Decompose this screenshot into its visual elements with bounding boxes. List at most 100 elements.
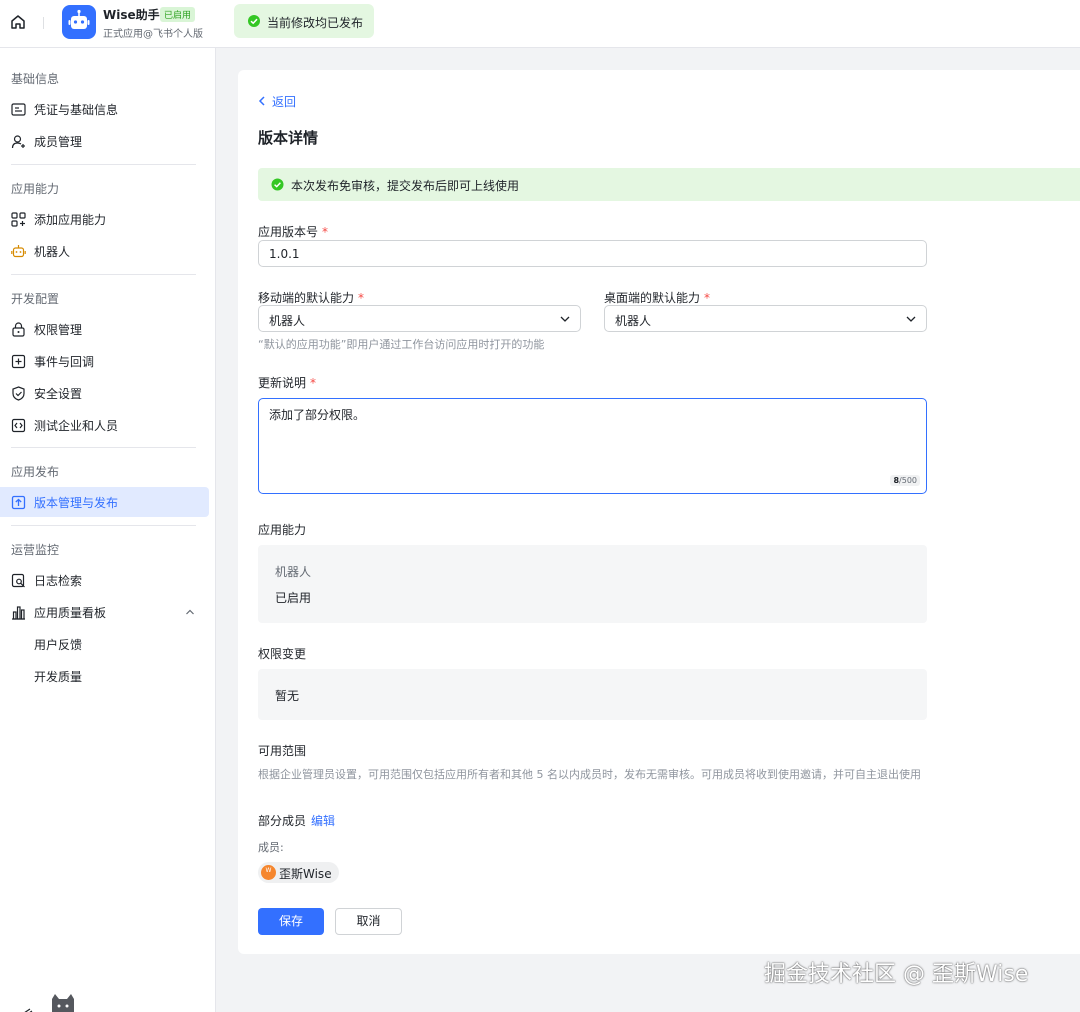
edit-scope-link[interactable]: 编辑 xyxy=(311,812,335,829)
member-add-icon xyxy=(11,135,25,149)
permission-change-value: 暂无 xyxy=(275,689,300,703)
char-counter: 8/500 xyxy=(890,475,920,486)
char-max: /500 xyxy=(899,476,917,485)
divider xyxy=(43,17,44,29)
version-value: 1.0.1 xyxy=(269,247,300,261)
required-mark: * xyxy=(704,291,711,305)
chevron-down-icon xyxy=(560,316,570,322)
section-title-release: 应用发布 xyxy=(11,465,60,479)
robot-icon xyxy=(68,9,90,29)
sidebar-item-label: 应用质量看板 xyxy=(34,606,107,620)
lock-icon xyxy=(12,322,25,337)
section-title-abilities: 应用能力 xyxy=(11,182,60,196)
cancel-button[interactable]: 取消 xyxy=(335,908,402,935)
sidebar-item-label: 安全设置 xyxy=(34,387,83,401)
sidebar-item-log-search[interactable]: 日志检索 xyxy=(0,565,209,595)
label-text: 更新说明 xyxy=(258,376,307,390)
mobile-default-select[interactable]: 机器人 xyxy=(258,305,581,332)
scope-description: 根据企业管理员设置，可用范围仅包括应用所有者和其他 5 名以内成员时，发布无需审… xyxy=(258,768,921,781)
status-badge: 已启用 xyxy=(160,7,196,22)
sidebar-item-robot[interactable]: 机器人 xyxy=(0,236,209,266)
watermark: 掘金技术社区 @ 歪斯Wise xyxy=(764,962,1029,987)
sidebar-item-test-org[interactable]: 测试企业和人员 xyxy=(0,410,209,440)
avatar: W xyxy=(261,865,276,880)
chevron-up-icon[interactable] xyxy=(185,607,195,617)
sidebar-item-version-release[interactable]: 版本管理与发布 xyxy=(0,487,209,517)
cat-mascot-icon xyxy=(24,994,74,1012)
abilities-box: 机器人 已启用 xyxy=(258,545,927,623)
notice-text: 本次发布免审核，提交发布后即可上线使用 xyxy=(291,179,520,193)
changelog-value: 添加了部分权限。 xyxy=(269,408,366,422)
app-name: Wise助手 xyxy=(103,8,160,22)
ability-name: 机器人 xyxy=(275,565,312,579)
sidebar-item-label: 成员管理 xyxy=(34,135,83,149)
sidebar-item-label: 凭证与基础信息 xyxy=(34,103,119,117)
required-mark: * xyxy=(310,376,317,390)
bar-chart-icon xyxy=(12,606,25,620)
sidebar-item-security[interactable]: 安全设置 xyxy=(0,378,209,408)
desktop-default-select[interactable]: 机器人 xyxy=(604,305,927,332)
sidebar-item-label: 添加应用能力 xyxy=(34,213,107,227)
sidebar-item-user-feedback[interactable]: 用户反馈 xyxy=(0,629,209,659)
app-subtitle: 正式应用@飞书个人版 xyxy=(103,29,203,40)
code-icon xyxy=(11,418,26,433)
label-text: 应用版本号 xyxy=(258,225,319,239)
sidebar-item-permissions[interactable]: 权限管理 xyxy=(0,314,209,344)
divider xyxy=(11,447,196,448)
changelog-textarea[interactable]: 添加了部分权限。 8/500 xyxy=(258,398,927,494)
publish-toast: 当前修改均已发布 xyxy=(234,4,374,38)
upload-icon xyxy=(11,495,26,510)
version-input[interactable]: 1.0.1 xyxy=(258,240,927,267)
sidebar-item-label: 测试企业和人员 xyxy=(34,419,119,433)
required-mark: * xyxy=(358,291,365,305)
notice-banner: 本次发布免审核，提交发布后即可上线使用 xyxy=(258,168,1080,201)
check-circle-icon xyxy=(248,15,260,27)
sidebar-item-events[interactable]: 事件与回调 xyxy=(0,346,209,376)
sidebar: 基础信息 凭证与基础信息 成员管理 应用能力 添加应用能力 机器人 开发配置 权… xyxy=(0,48,216,1012)
divider xyxy=(11,164,196,165)
top-bar: Wise助手 已启用 正式应用@飞书个人版 当前修改均已发布 xyxy=(0,0,1080,48)
sidebar-item-label: 版本管理与发布 xyxy=(34,496,119,510)
default-ability-hint: “默认的应用功能”即用户通过工作台访问应用时打开的功能 xyxy=(258,338,545,351)
member-name: 歪斯Wise xyxy=(279,867,332,881)
sidebar-item-quality-board[interactable]: 应用质量看板 xyxy=(0,597,209,627)
desktop-default-label: 桌面端的默认能力 * xyxy=(604,289,710,306)
check-circle-icon xyxy=(271,178,284,191)
credential-icon xyxy=(11,103,26,116)
sidebar-item-credentials[interactable]: 凭证与基础信息 xyxy=(0,94,209,124)
save-button[interactable]: 保存 xyxy=(258,908,324,935)
member-chip: W 歪斯Wise xyxy=(258,862,339,883)
section-title-dev: 开发配置 xyxy=(11,292,60,306)
changelog-label: 更新说明 * xyxy=(258,374,316,391)
app-logo xyxy=(62,5,96,39)
home-icon[interactable] xyxy=(9,13,27,31)
log-search-icon xyxy=(11,573,25,588)
label-text: 移动端的默认能力 xyxy=(258,291,355,305)
toast-text: 当前修改均已发布 xyxy=(267,16,364,30)
sidebar-item-dev-quality[interactable]: 开发质量 xyxy=(0,661,209,691)
members-label: 成员: xyxy=(258,841,284,854)
mobile-default-label: 移动端的默认能力 * xyxy=(258,289,364,306)
sidebar-item-label: 事件与回调 xyxy=(34,355,95,369)
robot-icon xyxy=(11,245,26,258)
divider xyxy=(11,274,196,275)
section-title-monitor: 运营监控 xyxy=(11,543,60,557)
chevron-left-icon xyxy=(258,96,265,106)
sidebar-item-add-ability[interactable]: 添加应用能力 xyxy=(0,204,209,234)
sidebar-item-label: 权限管理 xyxy=(34,323,83,337)
version-detail-card: 返回 版本详情 本次发布免审核，提交发布后即可上线使用 应用版本号 * 1.0.1… xyxy=(238,70,1080,954)
divider xyxy=(11,525,196,526)
sidebar-item-label: 机器人 xyxy=(34,245,71,259)
label-text: 桌面端的默认能力 xyxy=(604,291,701,305)
sidebar-item-members[interactable]: 成员管理 xyxy=(0,126,209,156)
select-value: 机器人 xyxy=(615,314,652,328)
ability-status: 已启用 xyxy=(275,591,312,605)
chevron-down-icon xyxy=(906,316,916,322)
event-icon xyxy=(11,354,26,369)
back-label: 返回 xyxy=(272,95,297,109)
avatar-initial: W xyxy=(265,867,272,874)
required-mark: * xyxy=(322,225,329,239)
scope-label: 可用范围 xyxy=(258,744,307,758)
page-title: 版本详情 xyxy=(258,129,319,147)
permission-change-box: 暂无 xyxy=(258,669,927,720)
